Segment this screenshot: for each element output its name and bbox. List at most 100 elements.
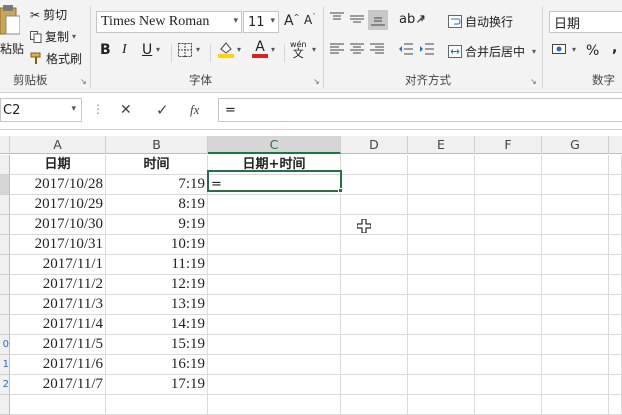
cell[interactable] (609, 195, 622, 215)
cell[interactable] (341, 195, 408, 215)
date-cell[interactable]: 2017/10/29 (10, 195, 106, 215)
cell[interactable] (408, 155, 475, 175)
date-cell[interactable]: 2017/11/6 (10, 355, 106, 375)
cell[interactable] (475, 215, 542, 235)
cell[interactable] (609, 235, 622, 255)
number-format-combo[interactable]: 日期 (549, 11, 622, 33)
align-left-icon[interactable] (330, 43, 344, 55)
cell[interactable] (609, 255, 622, 275)
cell[interactable] (609, 375, 622, 395)
cell[interactable] (408, 255, 475, 275)
percent-button[interactable]: % (586, 43, 599, 59)
cell[interactable] (542, 295, 609, 315)
cell[interactable] (408, 355, 475, 375)
cell[interactable] (475, 175, 542, 195)
column-header-a[interactable]: A (10, 136, 106, 154)
accounting-dropdown-icon[interactable]: ▾ (572, 45, 576, 54)
row-header[interactable]: 2 (0, 375, 10, 395)
cell[interactable] (542, 315, 609, 335)
date-cell[interactable]: 2017/11/7 (10, 375, 106, 395)
time-cell[interactable]: 12:19 (106, 275, 208, 295)
cell[interactable] (106, 395, 208, 415)
decrease-indent-icon[interactable] (399, 43, 413, 55)
align-top-icon[interactable] (330, 12, 344, 24)
combo-cell[interactable]: = (208, 175, 341, 195)
formula-input[interactable]: = (218, 98, 622, 122)
date-cell[interactable]: 2017/11/5 (10, 335, 106, 355)
worksheet-grid[interactable]: 日期 时间 日期+时间 2017/10/28 7:19 = 2017/10/29 8:19 20… (0, 155, 622, 415)
row-header[interactable] (0, 215, 10, 235)
cell[interactable] (542, 215, 609, 235)
time-cell[interactable]: 8:19 (106, 195, 208, 215)
font-launcher-icon[interactable]: ↘ (313, 77, 320, 86)
accounting-format-icon[interactable] (552, 42, 568, 56)
cell[interactable] (475, 335, 542, 355)
merge-dropdown-icon[interactable]: ▾ (532, 47, 536, 56)
fill-color-icon[interactable] (218, 40, 234, 58)
insert-function-icon[interactable]: fx (190, 102, 199, 118)
cell[interactable] (475, 235, 542, 255)
header-cell[interactable]: 日期+时间 (208, 155, 341, 175)
time-cell[interactable]: 16:19 (106, 355, 208, 375)
row-header[interactable]: 1 (0, 355, 10, 375)
cell[interactable] (542, 375, 609, 395)
font-color-dropdown-icon[interactable]: ▾ (271, 45, 275, 54)
cell[interactable] (408, 395, 475, 415)
fill-color-dropdown-icon[interactable]: ▾ (237, 45, 241, 54)
resize-handle-icon[interactable]: ⋮ (92, 102, 104, 116)
row-header[interactable] (0, 315, 10, 335)
cell[interactable] (609, 295, 622, 315)
cell[interactable] (609, 335, 622, 355)
underline-button[interactable]: U (142, 42, 152, 58)
cell[interactable] (609, 315, 622, 335)
cell[interactable] (408, 215, 475, 235)
header-cell[interactable]: 时间 (106, 155, 208, 175)
cell[interactable] (341, 175, 408, 195)
row-header[interactable] (0, 395, 10, 415)
combo-cell[interactable] (208, 295, 341, 315)
cell[interactable] (542, 255, 609, 275)
time-cell[interactable]: 17:19 (106, 375, 208, 395)
combo-cell[interactable] (208, 315, 341, 335)
cell[interactable] (341, 375, 408, 395)
font-color-button[interactable]: A (252, 40, 268, 58)
time-cell[interactable]: 15:19 (106, 335, 208, 355)
column-header-g[interactable]: G (542, 136, 609, 154)
cell[interactable] (542, 355, 609, 375)
increase-font-size-icon[interactable]: A^ (284, 13, 299, 29)
chevron-down-icon[interactable]: ▾ (71, 104, 76, 114)
cell[interactable] (542, 175, 609, 195)
cell[interactable] (542, 395, 609, 415)
italic-button[interactable]: I (122, 42, 127, 58)
cell[interactable] (408, 175, 475, 195)
cell[interactable] (609, 155, 622, 175)
cell[interactable] (609, 355, 622, 375)
time-cell[interactable]: 9:19 (106, 215, 208, 235)
borders-dropdown-icon[interactable]: ▾ (196, 45, 200, 54)
cell[interactable] (408, 235, 475, 255)
cell[interactable] (10, 395, 106, 415)
row-header[interactable] (0, 275, 10, 295)
time-cell[interactable]: 13:19 (106, 295, 208, 315)
cell[interactable] (341, 335, 408, 355)
orientation-dropdown-icon[interactable]: ▾ (420, 15, 424, 24)
date-cell[interactable]: 2017/10/28 (10, 175, 106, 195)
increase-indent-icon[interactable] (420, 43, 434, 55)
combo-cell[interactable] (208, 235, 341, 255)
cell[interactable] (475, 195, 542, 215)
cell[interactable] (408, 315, 475, 335)
column-header-d[interactable]: D (341, 136, 408, 154)
cancel-icon[interactable]: ✕ (120, 102, 132, 118)
cell[interactable] (341, 295, 408, 315)
cell[interactable] (408, 195, 475, 215)
font-name-combo[interactable]: Times New Roman ▾ (96, 11, 242, 33)
cell[interactable] (609, 395, 622, 415)
merge-center-button[interactable]: 合并后居中 ▾ (448, 43, 536, 60)
paste-button[interactable] (0, 4, 20, 38)
bold-button[interactable]: B (100, 42, 111, 58)
row-header[interactable] (0, 295, 10, 315)
cell[interactable] (475, 355, 542, 375)
cell[interactable] (208, 395, 341, 415)
cell[interactable] (475, 395, 542, 415)
cell[interactable] (475, 295, 542, 315)
